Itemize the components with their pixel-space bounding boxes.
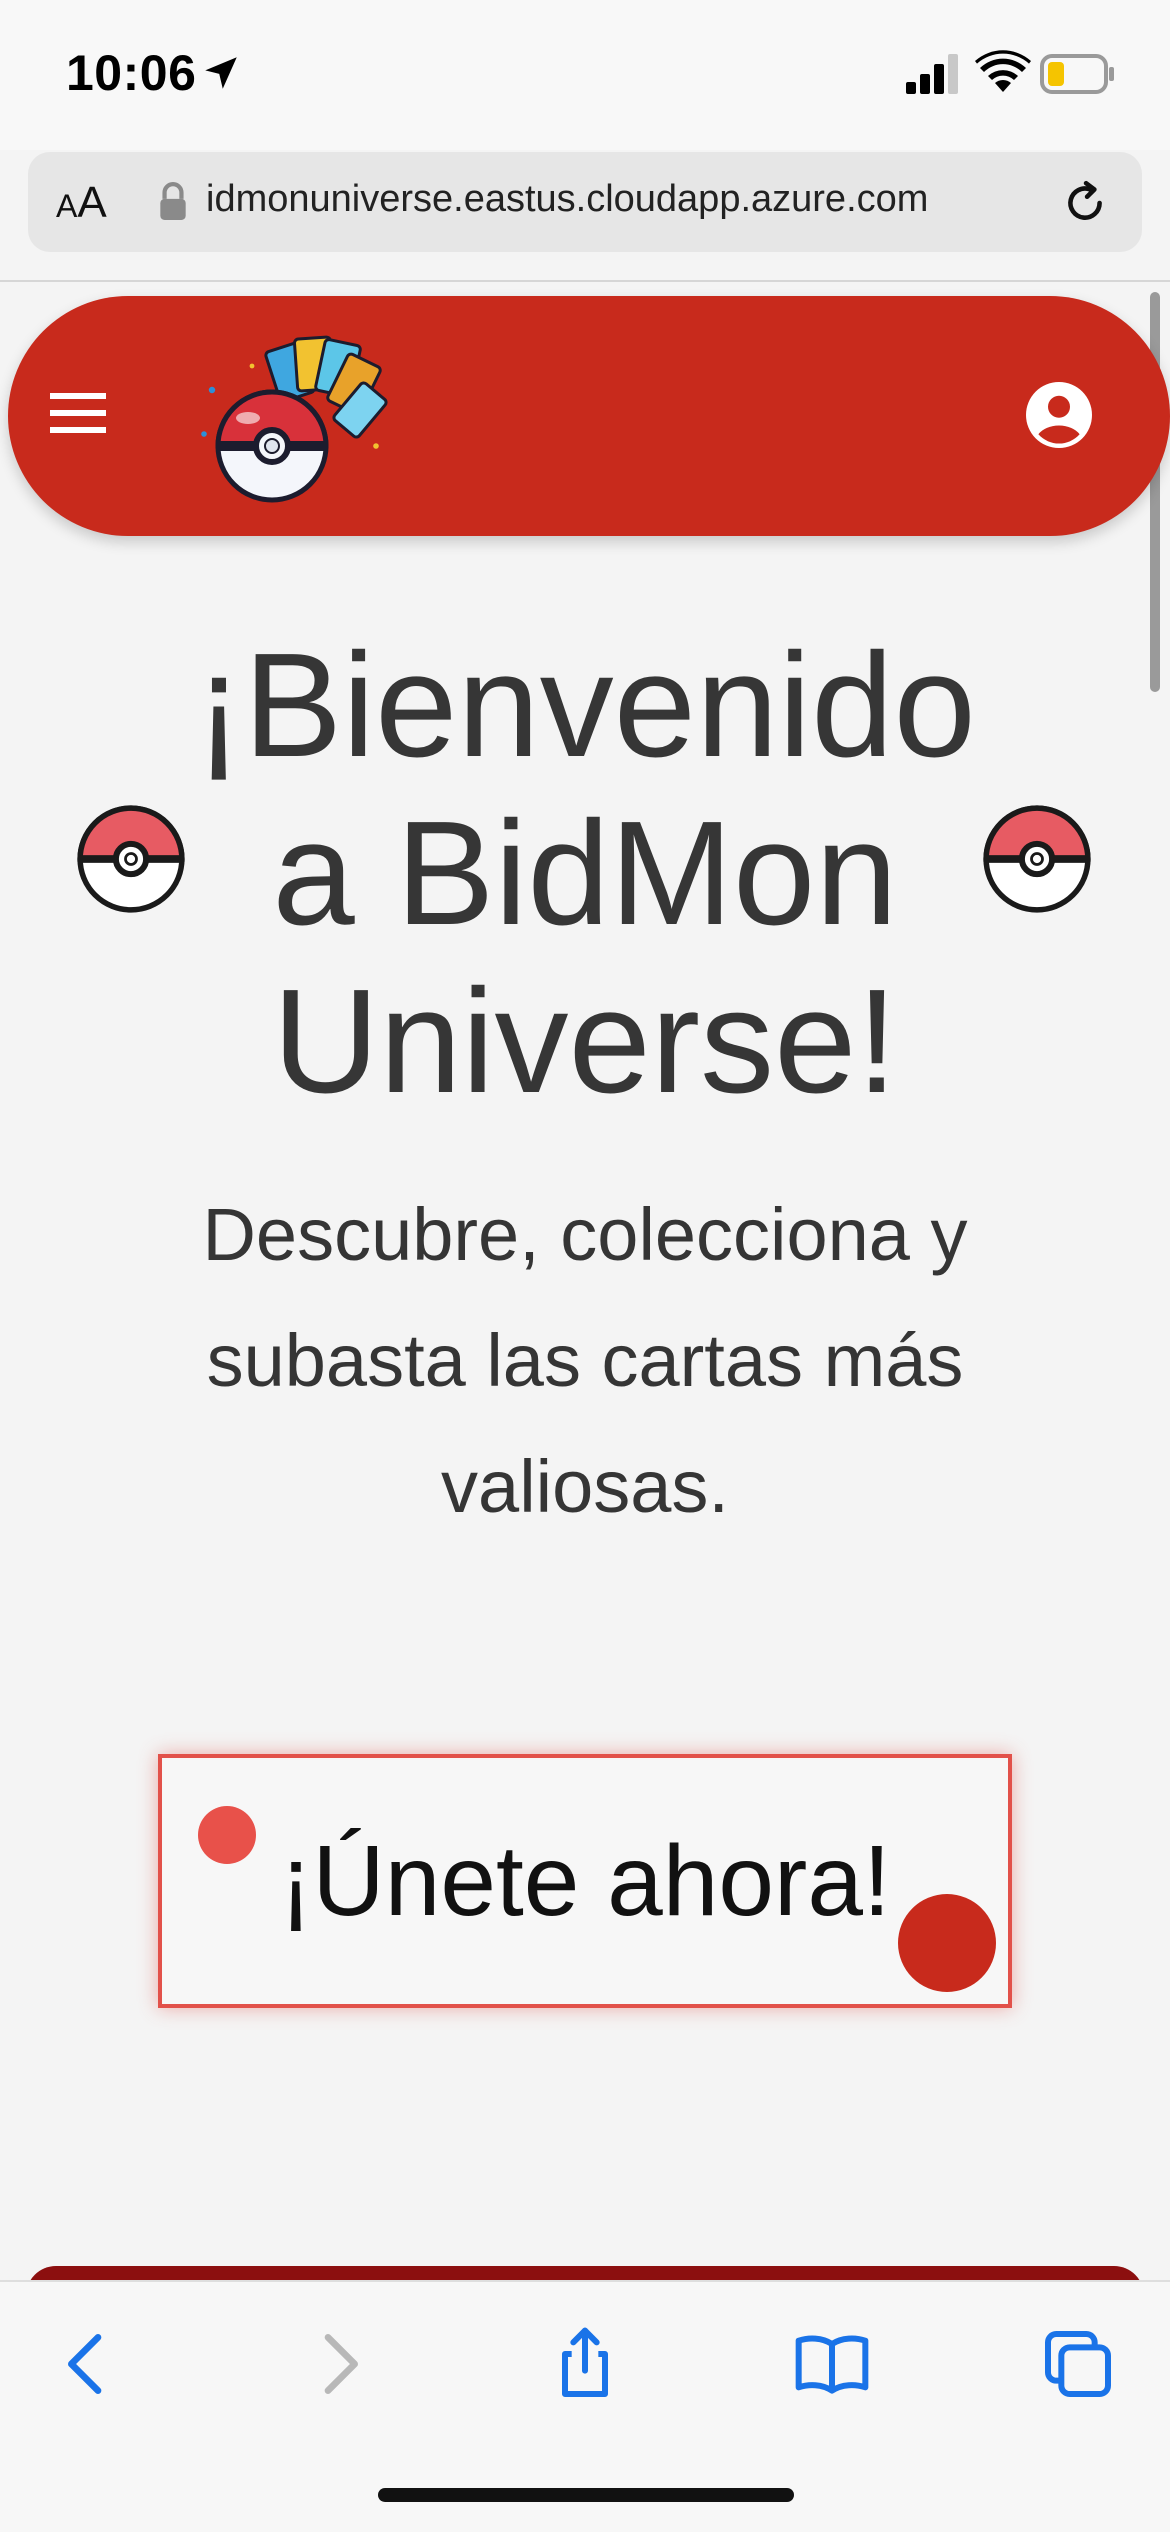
browser-toolbar bbox=[0, 2280, 1170, 2532]
hero-subtitle: Descubre, colecciona y subasta las carta… bbox=[202, 1193, 968, 1528]
pokeball-cards-logo[interactable] bbox=[192, 330, 392, 510]
bookmarks-icon[interactable] bbox=[792, 2324, 872, 2404]
share-icon[interactable] bbox=[545, 2324, 625, 2404]
forward-icon[interactable] bbox=[298, 2324, 378, 2404]
lock-icon bbox=[160, 182, 186, 220]
wifi-icon bbox=[975, 50, 1031, 92]
decorative-dot bbox=[198, 1806, 256, 1864]
text-size-large-label: A bbox=[77, 178, 107, 227]
site-navbar bbox=[8, 296, 1170, 536]
location-arrow-icon bbox=[205, 57, 237, 89]
back-icon[interactable] bbox=[48, 2324, 128, 2404]
text-size-button[interactable]: AA bbox=[56, 178, 107, 228]
text-size-small-label: A bbox=[56, 188, 78, 224]
url-text[interactable]: idmonuniverse.eastus.cloudapp.azure.com bbox=[206, 178, 928, 221]
page-title: ¡Bienvenido a BidMon Universe! bbox=[194, 623, 976, 1124]
decorative-dot bbox=[898, 1894, 996, 1992]
status-time: 10:06 bbox=[66, 45, 197, 101]
user-account-icon[interactable] bbox=[1026, 382, 1092, 448]
hamburger-menu-icon[interactable] bbox=[50, 392, 106, 434]
status-bar: 10:06 bbox=[0, 0, 1170, 150]
home-indicator bbox=[378, 2488, 794, 2502]
pokeball-icon bbox=[77, 805, 185, 913]
battery-low-icon bbox=[1040, 54, 1114, 94]
cellular-signal-icon bbox=[906, 54, 958, 94]
pokeball-icon bbox=[983, 805, 1091, 913]
reload-icon[interactable] bbox=[1060, 178, 1110, 228]
web-page: ¡Bienvenido a BidMon Universe! Descubre,… bbox=[0, 282, 1170, 2280]
address-bar[interactable]: AA idmonuniverse.eastus.cloudapp.azure.c… bbox=[28, 152, 1142, 252]
tabs-icon[interactable] bbox=[1038, 2324, 1118, 2404]
footer-section bbox=[26, 2266, 1144, 2280]
join-now-label: ¡Únete ahora! bbox=[279, 1824, 891, 1937]
join-now-button[interactable]: ¡Únete ahora! bbox=[158, 1754, 1012, 2008]
